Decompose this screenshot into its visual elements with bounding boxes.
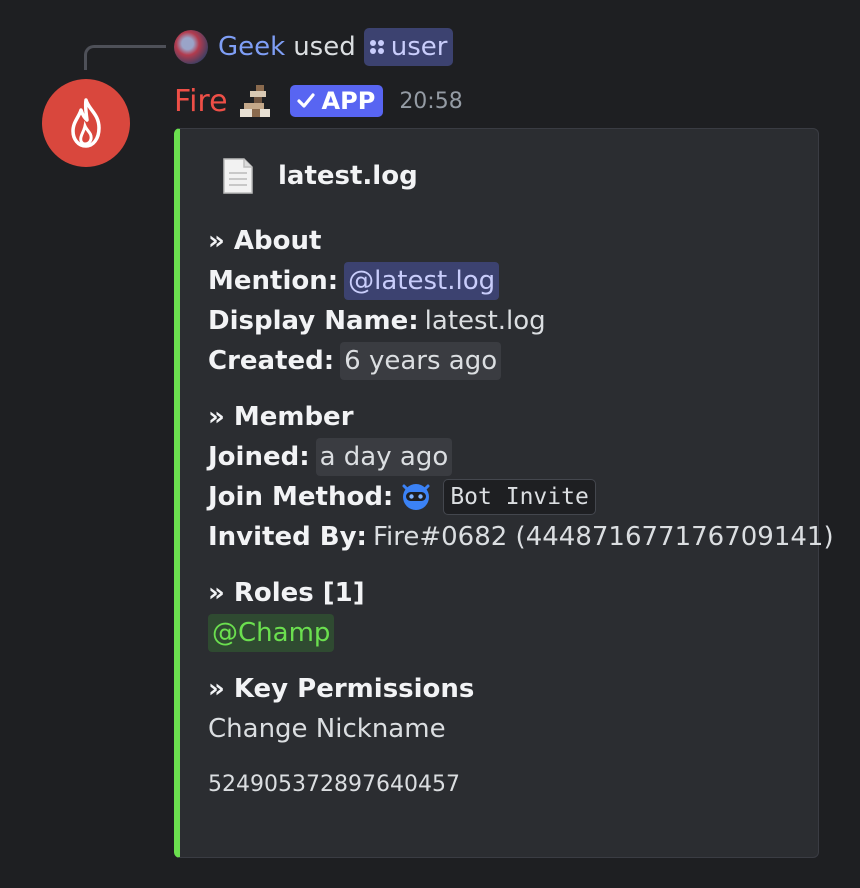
invited-by-value: Fire#0682 (444871677176709141) bbox=[372, 522, 834, 552]
check-icon bbox=[296, 91, 316, 111]
command-icon bbox=[369, 40, 384, 54]
embed-author-name: latest.log bbox=[278, 161, 418, 191]
join-method-label: Join Method: bbox=[208, 482, 394, 512]
display-name-row: Display Name: latest.log bbox=[208, 301, 808, 341]
invited-by-row: Invited By: Fire#0682 (44487167717670914… bbox=[208, 517, 834, 557]
app-badge: APP bbox=[289, 85, 384, 117]
joined-label: Joined: bbox=[208, 442, 310, 472]
display-name-value: latest.log bbox=[424, 306, 546, 336]
file-icon bbox=[223, 158, 253, 194]
author-name[interactable]: Fire bbox=[174, 84, 228, 119]
reply-action-text: used bbox=[293, 32, 356, 62]
reply-connector bbox=[84, 45, 166, 70]
invited-by-label: Invited By: bbox=[208, 522, 367, 552]
embed-footer: 524905372897640457 bbox=[208, 772, 460, 797]
reply-username[interactable]: Geek bbox=[218, 32, 285, 62]
message-timestamp[interactable]: 20:58 bbox=[399, 89, 462, 114]
command-pill[interactable]: user bbox=[363, 28, 454, 66]
reply-context[interactable]: Geek used user bbox=[174, 28, 454, 66]
embed-author: latest.log bbox=[222, 157, 418, 195]
user-info-embed: latest.log » About Mention: @latest.log … bbox=[174, 128, 834, 858]
roles-row: @Champ bbox=[208, 613, 808, 653]
author-avatar[interactable] bbox=[42, 79, 130, 167]
bot-icon bbox=[402, 484, 430, 510]
command-name: user bbox=[390, 32, 448, 62]
app-badge-label: APP bbox=[321, 87, 376, 115]
message-header: Fire APP 20:58 bbox=[174, 80, 463, 122]
user-mention[interactable]: @latest.log bbox=[344, 262, 500, 300]
mention-label: Mention: bbox=[208, 266, 339, 296]
created-label: Created: bbox=[208, 346, 335, 376]
joined-timestamp[interactable]: a day ago bbox=[315, 438, 453, 476]
flame-icon bbox=[71, 98, 101, 148]
embed-description: » About Mention: @latest.log Display Nam… bbox=[208, 221, 834, 805]
join-method-value: Bot Invite bbox=[443, 479, 596, 515]
join-method-row: Join Method: Bot Invite bbox=[208, 477, 808, 517]
permissions-value: Change Nickname bbox=[208, 714, 446, 744]
section-member-title: » Member bbox=[208, 402, 354, 432]
display-name-label: Display Name: bbox=[208, 306, 419, 336]
created-row: Created: 6 years ago bbox=[208, 341, 808, 381]
section-permissions-title: » Key Permissions bbox=[208, 674, 475, 704]
joined-row: Joined: a day ago bbox=[208, 437, 808, 477]
section-roles-title: » Roles [1] bbox=[208, 578, 365, 608]
reply-user-avatar[interactable] bbox=[174, 30, 208, 64]
created-timestamp[interactable]: 6 years ago bbox=[340, 342, 502, 380]
jenga-tower-icon bbox=[239, 85, 270, 117]
role-mention[interactable]: @Champ bbox=[208, 614, 335, 652]
section-about-title: » About bbox=[208, 226, 322, 256]
mention-row: Mention: @latest.log bbox=[208, 261, 808, 301]
